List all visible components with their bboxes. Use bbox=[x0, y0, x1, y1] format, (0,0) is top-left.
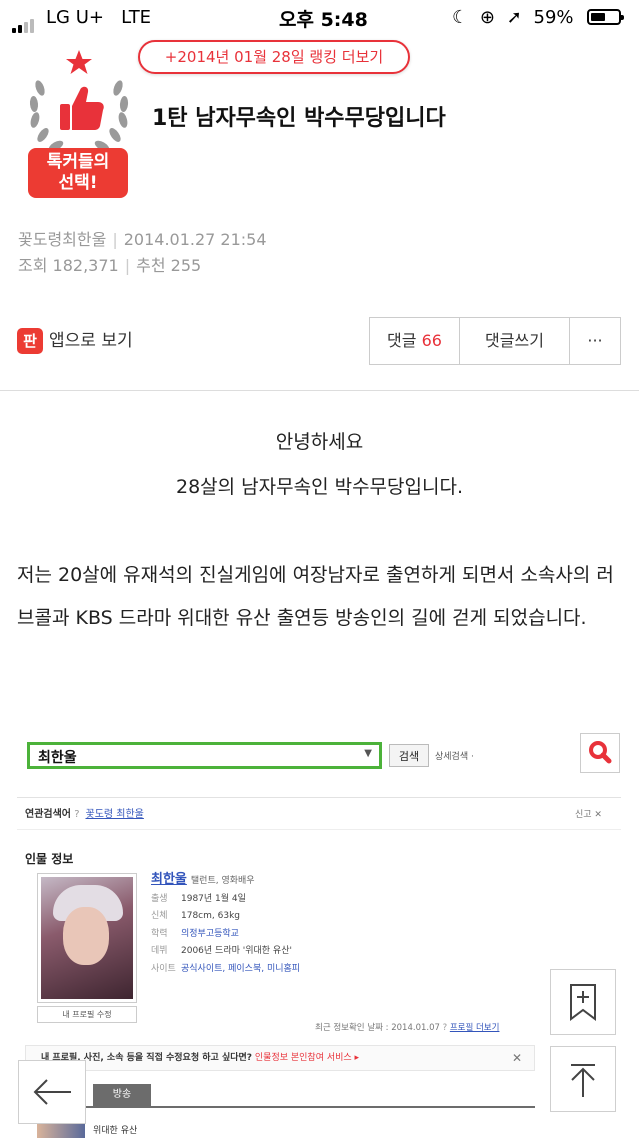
arrow-left-icon bbox=[33, 1079, 71, 1105]
status-bar: LG U+ LTE 오후 5:48 ☾ ⊕ ➚ 59% bbox=[0, 0, 639, 36]
pann-app-icon: 판 bbox=[17, 328, 43, 354]
embedded-updated-date: 최근 정보확인 날짜 : 2014.01.07 ? 프로필 더보기 bbox=[315, 1023, 500, 1033]
location-icon: ➚ bbox=[506, 7, 522, 28]
embedded-program-title: 위대한 유산 bbox=[93, 1126, 138, 1136]
battery-icon bbox=[587, 9, 624, 25]
search-icon bbox=[580, 733, 620, 773]
close-icon: ✕ bbox=[511, 1051, 522, 1065]
arrow-up-icon bbox=[571, 1064, 595, 1097]
post-date: 2014.01.27 21:54 bbox=[123, 230, 267, 249]
thumbs-up-icon bbox=[60, 86, 104, 130]
body-paragraph: 저는 20살에 유재석의 진실게임에 여장남자로 출연하게 되면서 소속사의 러… bbox=[17, 564, 614, 629]
comments-count: 66 bbox=[421, 331, 442, 350]
likes-label: 추천 bbox=[136, 256, 166, 275]
body-greeting-1: 안녕하세요 bbox=[275, 431, 364, 453]
laurel-wreath-icon bbox=[29, 50, 129, 152]
clock: 오후 5:48 bbox=[279, 9, 368, 31]
post-author-date: 꽃도령최한울 | 2014.01.27 21:54 bbox=[18, 230, 267, 249]
embedded-search-button: 검색 bbox=[389, 744, 429, 767]
help-icon: ? bbox=[74, 809, 80, 820]
dropdown-arrow-icon: ▼ bbox=[364, 748, 372, 759]
more-button[interactable]: ··· bbox=[570, 318, 620, 364]
post-title: 1탄 남자무속인 박수무당입니다 bbox=[152, 106, 446, 131]
views-count: 182,371 bbox=[52, 256, 119, 275]
embedded-related-searches: 연관검색어 ? 꽃도령 최한울 bbox=[25, 809, 144, 820]
network-type: LTE bbox=[121, 7, 152, 28]
body-greeting-2: 28살의 남자무속인 박수무당입니다. bbox=[175, 476, 464, 498]
embedded-search-screenshot: 최한울 ▼ 검색 상세검색 · 연관검색어 ? 꽃도령 최한울 신고 ✕ 인물 정… bbox=[17, 727, 621, 1138]
bookmark-add-icon bbox=[570, 984, 596, 1021]
battery-percent: 59% bbox=[533, 7, 574, 28]
write-comment-button[interactable]: 댓글쓰기 bbox=[460, 318, 570, 364]
ranking-more-link[interactable]: +2014년 01월 28일 랭킹 더보기 bbox=[138, 40, 410, 74]
carrier-name: LG U+ bbox=[46, 7, 104, 28]
views-label: 조회 bbox=[18, 256, 48, 275]
embedded-edit-request-banner: 내 프로필, 사진, 소속 등을 직접 수정요청 하고 싶다면? 인물정보 본인… bbox=[25, 1045, 535, 1071]
embedded-advanced-search: 상세검색 · bbox=[435, 752, 474, 762]
comment-actions: 댓글 66 댓글쓰기 ··· bbox=[369, 317, 621, 365]
signal-icon bbox=[12, 12, 36, 33]
badge-line2: 선택! bbox=[58, 173, 98, 193]
scroll-top-button[interactable] bbox=[550, 1046, 616, 1112]
profile-photo bbox=[37, 873, 137, 1003]
embedded-search-input: 최한울 ▼ bbox=[27, 742, 382, 769]
moon-icon: ☾ bbox=[452, 7, 469, 28]
likes-count: 255 bbox=[170, 256, 202, 275]
bookmark-add-button[interactable] bbox=[550, 969, 616, 1035]
embedded-person-info: 최한울 탤런트, 영화배우 출생 1987년 1월 4일 신체 178cm, 63kg… bbox=[151, 872, 301, 974]
embedded-person-heading: 인물 정보 bbox=[25, 852, 74, 866]
comments-button[interactable]: 댓글 66 bbox=[370, 318, 460, 364]
embedded-edit-profile: 내 프로필 수정 bbox=[37, 1006, 137, 1023]
program-thumbnail bbox=[37, 1124, 85, 1138]
embedded-report-close: 신고 ✕ bbox=[575, 810, 602, 820]
divider bbox=[0, 390, 639, 391]
open-in-app-label: 앱으로 보기 bbox=[49, 331, 133, 351]
open-in-app-button[interactable]: 판 앱으로 보기 bbox=[17, 326, 133, 354]
author-name[interactable]: 꽃도령최한울 bbox=[18, 230, 106, 249]
rotation-lock-icon: ⊕ bbox=[479, 7, 495, 28]
post-stats: 조회 182,371 | 추천 255 bbox=[18, 256, 202, 275]
talkers-choice-badge: 톡커들의 선택! bbox=[18, 48, 140, 200]
back-button[interactable] bbox=[18, 1060, 86, 1124]
embedded-tab-broadcast: 방송 bbox=[93, 1084, 151, 1106]
badge-line1: 톡커들의 bbox=[46, 152, 110, 172]
